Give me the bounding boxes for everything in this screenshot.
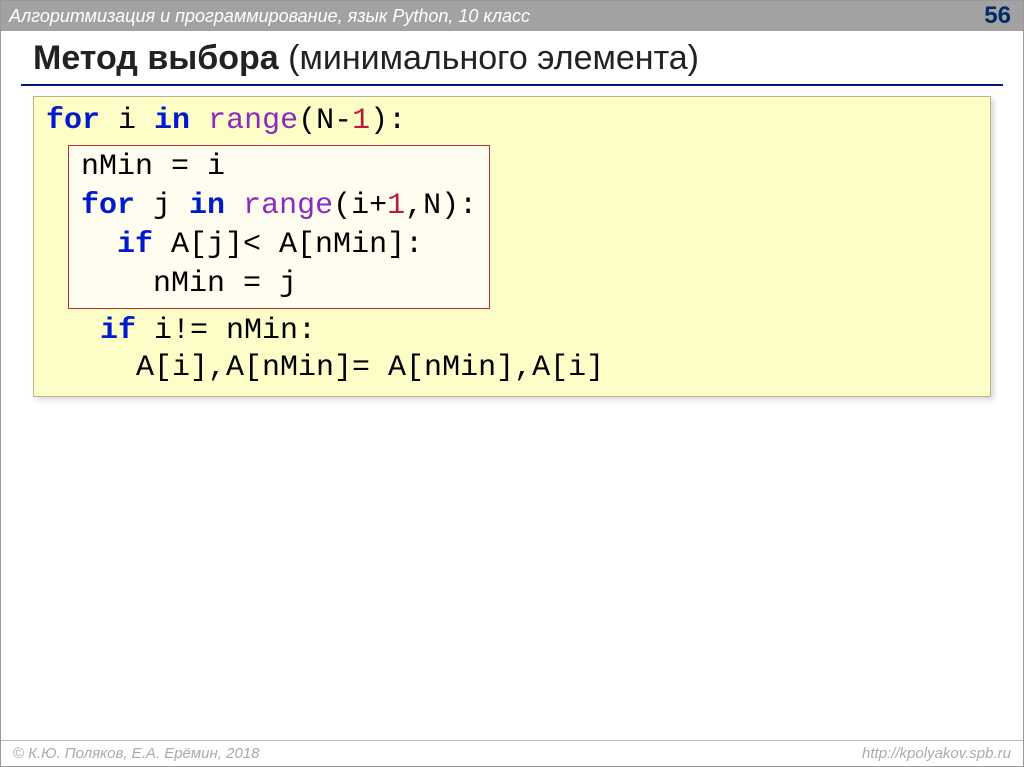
slide: Алгоритмизация и программирование, язык …	[0, 0, 1024, 767]
num-literal: 1	[387, 189, 405, 223]
inner-code-block: nMin = i for j in range(i+1,N): if A[j]<…	[68, 145, 490, 309]
code-text: ):	[370, 104, 406, 138]
course-title: Алгоритмизация и программирование, язык …	[9, 6, 530, 27]
kw-in: in	[189, 189, 225, 223]
kw-for: for	[81, 189, 135, 223]
code-text: (i+	[333, 189, 387, 223]
kw-in: in	[154, 104, 190, 138]
fn-range: range	[208, 104, 298, 138]
code-text	[225, 189, 243, 223]
title-bold: Метод выбора	[33, 39, 279, 77]
code-text: j	[135, 189, 189, 223]
code-text	[46, 314, 100, 348]
fn-range: range	[243, 189, 333, 223]
num-literal: 1	[352, 104, 370, 138]
code-text: i!= nMin:	[136, 314, 316, 348]
title-rest: (минимального элемента)	[279, 39, 699, 77]
code-text: nMin = i	[81, 150, 225, 184]
footer-bar: К.Ю. Поляков, Е.А. Ерёмин, 2018 http://k…	[1, 740, 1023, 766]
code-text	[81, 228, 117, 262]
code-text: nMin = j	[81, 267, 297, 301]
kw-for: for	[46, 104, 100, 138]
title-underline	[21, 84, 1003, 86]
code-text: ,N):	[405, 189, 477, 223]
kw-if: if	[117, 228, 153, 262]
slide-title: Метод выбора (минимального элемента)	[1, 31, 1023, 80]
code-text: A[j]< A[nMin]:	[153, 228, 423, 262]
code-text: i	[100, 104, 154, 138]
page-number: 56	[984, 2, 1011, 30]
header-bar: Алгоритмизация и программирование, язык …	[1, 1, 1023, 31]
code-text	[190, 104, 208, 138]
code-block: for i in range(N-1): nMin = i for j in r…	[33, 96, 991, 397]
footer-copyright: К.Ю. Поляков, Е.А. Ерёмин, 2018	[13, 745, 259, 762]
code-text: (N-	[298, 104, 352, 138]
footer-url: http://kpolyakov.spb.ru	[862, 745, 1011, 762]
kw-if: if	[100, 314, 136, 348]
code-text: A[i],A[nMin]= A[nMin],A[i]	[46, 351, 604, 385]
